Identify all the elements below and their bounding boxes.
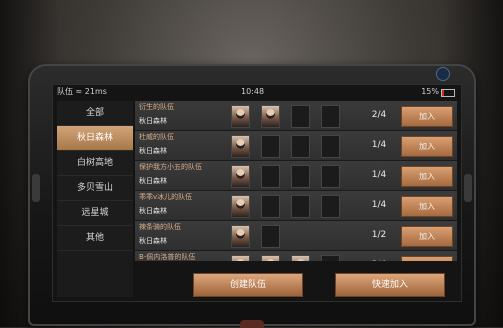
empty-slot	[321, 105, 340, 128]
tab-dobe-snow-mountain[interactable]: 多贝雪山	[57, 176, 133, 201]
tab-autumn-forest[interactable]: 秋日森林	[57, 126, 133, 151]
team-name: 辣条骑的队伍	[139, 223, 181, 231]
action-bar: 创建队伍 快速加入	[135, 265, 457, 297]
tab-white-tree-highland[interactable]: 白树高地	[57, 151, 133, 176]
team-name: 杜威的队伍	[139, 133, 174, 141]
empty-slot	[291, 165, 310, 188]
camera-icon	[436, 67, 450, 81]
member-avatar	[231, 165, 250, 188]
join-button[interactable]: 加入	[401, 226, 453, 247]
team-row: 乖乖v冰儿的队伍 秋日森林 1/4 加入	[135, 191, 457, 221]
member-avatar	[231, 225, 250, 248]
team-screen: 队伍 ≈ 21ms 10:48 15% 全部 秋日森林 白树高地 多贝雪山 远星…	[52, 84, 462, 302]
team-name: 衍生的队伍	[139, 103, 174, 111]
member-count: 1/4	[371, 140, 387, 150]
join-button[interactable]: 加入	[401, 256, 453, 261]
member-count: 1/4	[371, 170, 387, 180]
quick-join-button[interactable]: 快速加入	[335, 273, 445, 297]
tab-far-star-city[interactable]: 远星城	[57, 201, 133, 226]
team-row: 杜威的队伍秋日森林 1/4 加入	[135, 131, 457, 161]
team-map: 秋日森林	[139, 117, 167, 125]
create-team-button[interactable]: 创建队伍	[193, 273, 303, 297]
team-map: 秋日森林	[139, 147, 167, 155]
right-side-button	[464, 174, 472, 202]
tab-other[interactable]: 其他	[57, 226, 133, 251]
member-avatar	[231, 105, 250, 128]
empty-slot	[261, 135, 280, 158]
empty-slot	[321, 195, 340, 218]
member-avatar	[261, 105, 280, 128]
member-count: 2/4	[371, 110, 387, 120]
team-row: 保护我方小五的队伍 秋日森林 1/4 加入	[135, 161, 457, 191]
status-bar: 队伍 ≈ 21ms 10:48 15%	[53, 85, 461, 99]
member-avatar	[291, 255, 310, 261]
empty-slot	[291, 195, 310, 218]
status-carrier: 队伍 ≈ 21ms	[57, 87, 107, 96]
left-side-button	[32, 174, 40, 202]
team-name: 保护我方小五的队伍	[139, 163, 202, 171]
battery-icon	[441, 89, 455, 97]
team-map: 秋日森林	[139, 207, 167, 215]
join-button[interactable]: 加入	[401, 136, 453, 157]
battery-percent: 15%	[421, 87, 439, 96]
map-tab-list: 全部 秋日森林 白树高地 多贝雪山 远星城 其他	[57, 101, 133, 297]
member-avatar	[231, 135, 250, 158]
empty-slot	[261, 195, 280, 218]
status-time: 10:48	[241, 87, 265, 96]
team-map: 秋日森林	[139, 177, 167, 185]
team-row: 衍生的队伍秋日森林 2/4 加入	[135, 101, 457, 131]
empty-slot	[291, 135, 310, 158]
empty-slot	[321, 135, 340, 158]
empty-slot	[291, 105, 310, 128]
member-avatar	[261, 255, 280, 261]
member-count: 3/4	[367, 251, 391, 261]
team-row: B-佩内洛普的队伍秋日森林3/4加入	[135, 251, 457, 261]
tab-all[interactable]: 全部	[57, 101, 133, 126]
team-name: 乖乖v冰儿的队伍	[139, 193, 193, 201]
empty-slot	[321, 255, 340, 261]
empty-slot	[321, 165, 340, 188]
join-button[interactable]: 加入	[401, 106, 453, 127]
member-count: 1/4	[371, 200, 387, 210]
member-avatar	[231, 255, 250, 261]
team-name: B-佩内洛普的队伍	[139, 253, 196, 261]
empty-slot	[261, 225, 280, 248]
empty-slot	[261, 165, 280, 188]
join-button[interactable]: 加入	[401, 196, 453, 217]
member-avatar	[231, 195, 250, 218]
team-list: 衍生的队伍 秋日森林 2/4 加入 杜威的队伍 秋日森林 1/4 加入 保护我方小五的队伍 秋日森…	[135, 101, 457, 261]
team-map: 秋日森林	[139, 237, 167, 245]
join-button[interactable]: 加入	[401, 166, 453, 187]
member-count: 1/2	[371, 230, 387, 240]
team-row: 辣条骑的队伍 秋日森林 1/2 加入	[135, 221, 457, 251]
